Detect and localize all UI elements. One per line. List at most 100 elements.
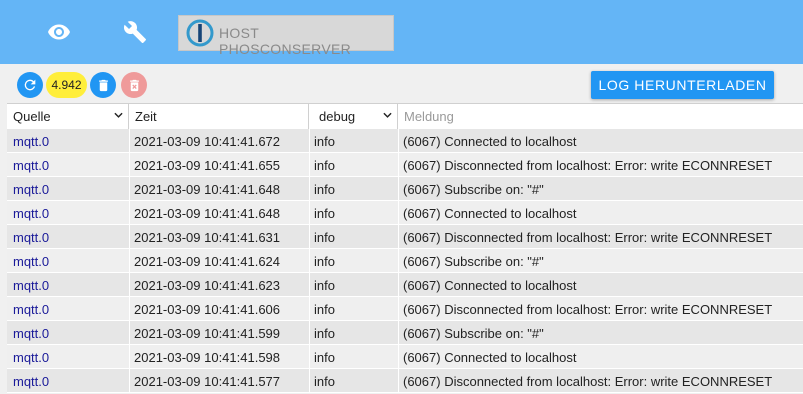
column-divider [398, 177, 399, 201]
chevron-down-icon [114, 112, 123, 118]
log-severity: info [314, 182, 335, 197]
table-row: mqtt.0 2021-03-09 10:41:41.672 info (6067) … [7, 129, 803, 153]
delete-icon [98, 79, 108, 91]
time-column-header: Zeit [129, 104, 309, 129]
table-row: mqtt.0 2021-03-09 10:41:41.606 info (6067) … [7, 297, 803, 321]
column-divider [398, 345, 399, 369]
column-divider [129, 273, 130, 297]
message-filter-placeholder: Meldung [404, 109, 454, 124]
table-row: mqtt.0 2021-03-09 10:41:41.577 info (6067) … [7, 369, 803, 393]
table-row: mqtt.0 2021-03-09 10:41:41.624 info (6067) … [7, 249, 803, 273]
column-divider [129, 297, 130, 321]
column-divider [129, 177, 130, 201]
column-divider [129, 321, 130, 345]
log-time: 2021-03-09 10:41:41.631 [134, 230, 281, 245]
log-message: (6067) Connected to localhost [403, 134, 577, 149]
severity-filter-select[interactable]: debug [309, 104, 398, 129]
log-message: (6067) Subscribe on: "#" [403, 182, 544, 197]
log-message: (6067) Disconnected from localhost: Erro… [403, 374, 773, 389]
log-severity: info [314, 158, 335, 173]
log-time: 2021-03-09 10:41:41.606 [134, 302, 281, 317]
table-row: mqtt.0 2021-03-09 10:41:41.631 info (6067) … [7, 225, 803, 249]
log-severity: info [314, 350, 335, 365]
message-filter-input[interactable]: Meldung [398, 104, 803, 129]
log-message: (6067) Subscribe on: "#" [403, 254, 544, 269]
log-message: (6067) Connected to localhost [403, 350, 577, 365]
log-time: 2021-03-09 10:41:41.598 [134, 350, 281, 365]
column-divider [309, 153, 310, 177]
column-divider [309, 177, 310, 201]
column-divider [398, 369, 399, 393]
log-time: 2021-03-09 10:41:41.577 [134, 374, 281, 389]
log-source: mqtt.0 [13, 206, 50, 221]
column-divider [129, 249, 130, 273]
source-filter-select[interactable]: Quelle [7, 104, 129, 129]
eye-icon[interactable] [47, 20, 71, 44]
delete-all-icon [129, 79, 139, 91]
log-source: mqtt.0 [13, 230, 50, 245]
log-source: mqtt.0 [13, 302, 50, 317]
column-divider [309, 225, 310, 249]
table-row: mqtt.0 2021-03-09 10:41:41.655 info (6067) … [7, 153, 803, 177]
log-message: (6067) Subscribe on: "#" [403, 326, 544, 341]
log-message: (6067) Disconnected from localhost: Erro… [403, 158, 773, 173]
log-time: 2021-03-09 10:41:41.648 [134, 206, 281, 221]
column-divider [398, 273, 399, 297]
column-divider [398, 225, 399, 249]
log-source: mqtt.0 [13, 158, 50, 173]
log-time: 2021-03-09 10:41:41.648 [134, 182, 281, 197]
log-severity: info [314, 230, 335, 245]
log-message: (6067) Connected to localhost [403, 278, 577, 293]
delete-button[interactable] [90, 72, 116, 98]
table-row: mqtt.0 2021-03-09 10:41:41.598 info (6067) … [7, 345, 803, 369]
log-table-header: Quelle Zeit debug Meldung [7, 103, 803, 130]
host-selector[interactable]: HOST PHOSCONSERVER [178, 15, 394, 57]
log-source: mqtt.0 [13, 278, 50, 293]
column-divider [309, 201, 310, 225]
log-source: mqtt.0 [13, 182, 50, 197]
log-time: 2021-03-09 10:41:41.655 [134, 158, 281, 173]
column-divider [398, 321, 399, 345]
host-label: HOST PHOSCONSERVER [219, 25, 352, 57]
wrench-icon[interactable] [123, 20, 147, 44]
column-divider [129, 153, 130, 177]
refresh-icon [24, 79, 36, 91]
top-nav-bar: HOST PHOSCONSERVER [0, 0, 803, 64]
column-divider [129, 129, 130, 153]
log-source: mqtt.0 [13, 350, 50, 365]
download-log-button[interactable]: LOG HERUNTERLADEN [591, 71, 774, 99]
column-divider [398, 249, 399, 273]
source-filter-value: Quelle [13, 109, 51, 124]
log-message: (6067) Connected to localhost [403, 206, 577, 221]
log-severity: info [314, 374, 335, 389]
time-column-label: Zeit [135, 109, 157, 124]
delete-all-button[interactable] [121, 72, 147, 98]
column-divider [129, 345, 130, 369]
log-toolbar: 4.942 LOG HERUNTERLADEN [0, 64, 803, 102]
column-divider [129, 225, 130, 249]
column-divider [129, 201, 130, 225]
column-divider [398, 153, 399, 177]
log-message: (6067) Disconnected from localhost: Erro… [403, 230, 773, 245]
log-severity: info [314, 278, 335, 293]
log-severity: info [314, 254, 335, 269]
column-divider [398, 201, 399, 225]
log-severity: info [314, 206, 335, 221]
log-time: 2021-03-09 10:41:41.623 [134, 278, 281, 293]
column-divider [309, 321, 310, 345]
table-row: mqtt.0 2021-03-09 10:41:41.623 info (6067) … [7, 273, 803, 297]
column-divider [309, 129, 310, 153]
log-time: 2021-03-09 10:41:41.599 [134, 326, 281, 341]
refresh-button[interactable] [17, 72, 43, 98]
column-divider [309, 297, 310, 321]
column-divider [398, 297, 399, 321]
log-severity: info [314, 302, 335, 317]
column-divider [309, 345, 310, 369]
log-time: 2021-03-09 10:41:41.624 [134, 254, 281, 269]
column-divider [129, 369, 130, 393]
log-count-badge: 4.942 [46, 72, 87, 98]
iobroker-logo-icon [186, 19, 214, 47]
column-divider [309, 249, 310, 273]
table-row: mqtt.0 2021-03-09 10:41:41.599 info (6067) … [7, 321, 803, 345]
log-time: 2021-03-09 10:41:41.672 [134, 134, 281, 149]
